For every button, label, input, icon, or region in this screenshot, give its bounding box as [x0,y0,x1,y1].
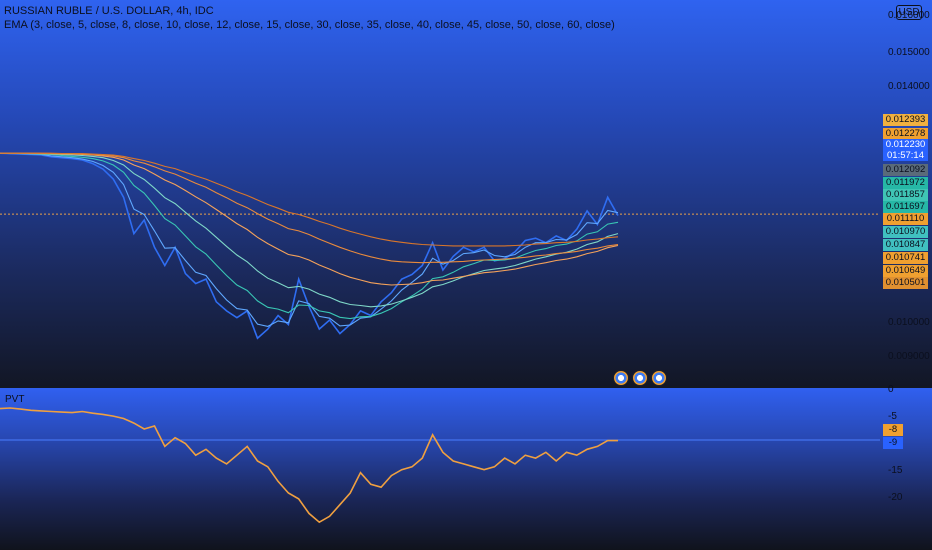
last-price-badge: 0.012230 01:57:14 [883,139,928,161]
pvt-badge: -9 [883,437,903,449]
price-axis-label: 0.009000 [888,351,930,362]
ema-indicator-title[interactable]: EMA (3, close, 5, close, 8, close, 10, c… [4,19,615,31]
pvt-pane[interactable]: PVT 0 -5 -15 -20 -8 -9 [0,384,932,550]
bar-countdown: 01:57:14 [887,150,924,161]
pvt-axis-label: -15 [888,465,903,476]
series-line-ema-8 [0,152,619,320]
series-line-ema-30 [0,152,619,286]
badge-value: 0.010501 [885,277,926,288]
badge-value: 0.010847 [885,239,926,250]
price-axis-label: 0.010000 [888,317,930,328]
badge-value: 0.012230 [885,139,926,150]
pvt-axis-label: -20 [888,492,903,503]
ema-value-badge: 0.012092 [883,164,928,176]
price-axis-label: 0.014000 [888,81,930,92]
ema-value-badge: 0.010847 [883,239,928,251]
ema-value-badge: 0.011697 [883,201,928,213]
badge-value: 0.010741 [885,252,926,263]
badge-value: 0.010649 [885,265,926,276]
ema-value-badge: 0.010649 [883,265,928,277]
event-flag-icon[interactable] [632,370,648,386]
badge-value: 0.011697 [886,201,925,212]
series-line-pvt [0,407,618,524]
price-chart [0,152,880,340]
pvt-badge: -8 [883,424,903,436]
ema-value-badge: 0.010970 [883,226,928,238]
price-axis-label: 0.016000 [888,10,930,21]
ema-value-badge: 0.011857 [883,189,928,201]
badge-value: 0.012393 [885,114,926,125]
series-line-ema-60 [0,152,619,247]
event-flag-icon[interactable] [651,370,667,386]
ema-value-badge: 0.011110 [883,213,928,225]
badge-value: 0.010970 [885,226,926,237]
pvt-axis-label: -5 [888,411,897,422]
pvt-axis-label: 0 [888,384,894,395]
badge-value: 0.011110 [886,213,925,224]
badge-value: 0.011857 [886,189,925,200]
series-line-rub-usd [0,152,619,340]
ema-value-badge: 0.011972 [883,177,928,189]
ema-value-badge: 0.012393 [883,114,928,126]
ema-value-badge: 0.010741 [883,252,928,264]
series-line-ema-45 [0,152,619,264]
symbol-title: RUSSIAN RUBLE / U.S. DOLLAR, 4h, IDC [4,5,214,17]
badge-value: 0.011972 [886,177,925,188]
series-line-ema-15 [0,152,619,308]
pvt-title[interactable]: PVT [5,394,24,405]
badge-value: 0.012092 [885,164,926,175]
price-pane[interactable]: RUSSIAN RUBLE / U.S. DOLLAR, 4h, IDC EMA… [0,0,932,388]
pvt-chart [0,407,880,524]
price-axis-label: 0.015000 [888,47,930,58]
event-flag-icon[interactable] [613,370,629,386]
ema-value-badge: 0.010501 [883,277,928,289]
